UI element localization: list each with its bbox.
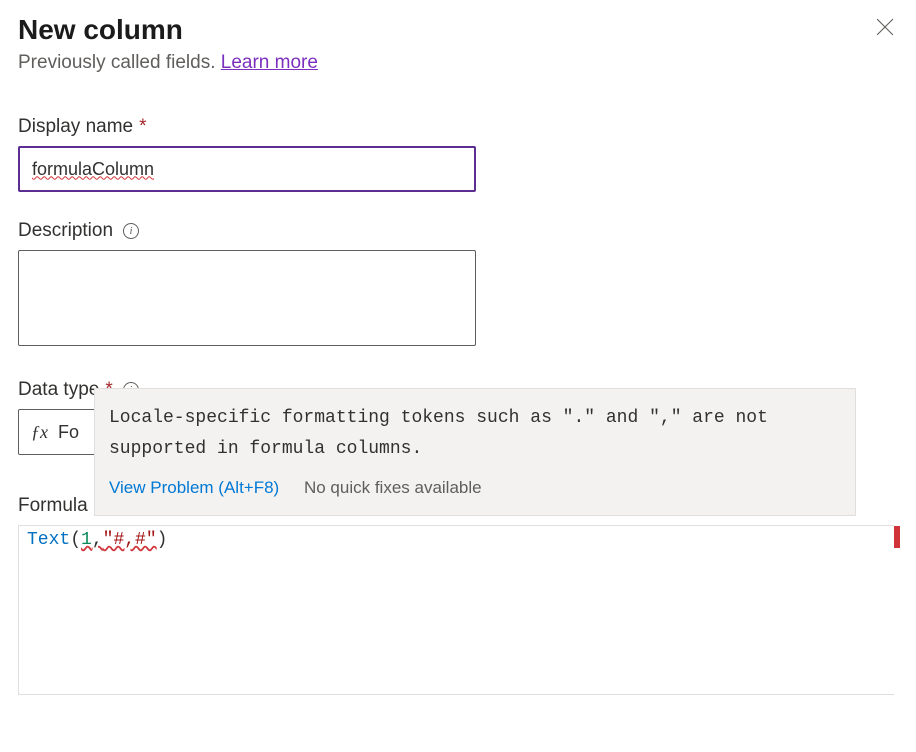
no-fixes-text: No quick fixes available (304, 478, 482, 497)
panel-subtitle: Previously called fields. Learn more (18, 52, 898, 74)
formula-token-open: ( (70, 530, 81, 550)
close-button[interactable] (872, 14, 898, 43)
display-name-label-text: Display name (18, 116, 133, 138)
fx-icon: ƒx (31, 422, 48, 443)
formula-token-num: 1 (81, 530, 92, 550)
error-tooltip: Locale-specific formatting tokens such a… (94, 388, 856, 516)
data-type-value: Fo (58, 422, 79, 443)
description-label-text: Description (18, 220, 113, 242)
formula-token-func: Text (27, 530, 70, 550)
info-icon[interactable]: i (123, 223, 139, 239)
subtitle-text: Previously called fields. (18, 52, 221, 73)
error-marker-icon (894, 526, 900, 548)
formula-token-comma: , (92, 530, 103, 550)
required-marker: * (139, 116, 146, 138)
close-icon (876, 18, 894, 36)
formula-token-close: ) (157, 530, 168, 550)
data-type-label-text: Data type (18, 379, 99, 401)
formula-token-str: "#,#" (103, 530, 157, 550)
display-name-input[interactable] (18, 146, 476, 192)
description-input[interactable] (18, 250, 476, 346)
description-label: Description i (18, 220, 898, 242)
display-name-label: Display name * (18, 116, 898, 138)
view-problem-link[interactable]: View Problem (Alt+F8) (109, 478, 279, 497)
formula-editor[interactable]: Text(1,"#,#") (18, 525, 894, 695)
learn-more-link[interactable]: Learn more (221, 52, 318, 73)
panel-title: New column (18, 14, 183, 46)
tooltip-message: Locale-specific formatting tokens such a… (109, 403, 841, 464)
